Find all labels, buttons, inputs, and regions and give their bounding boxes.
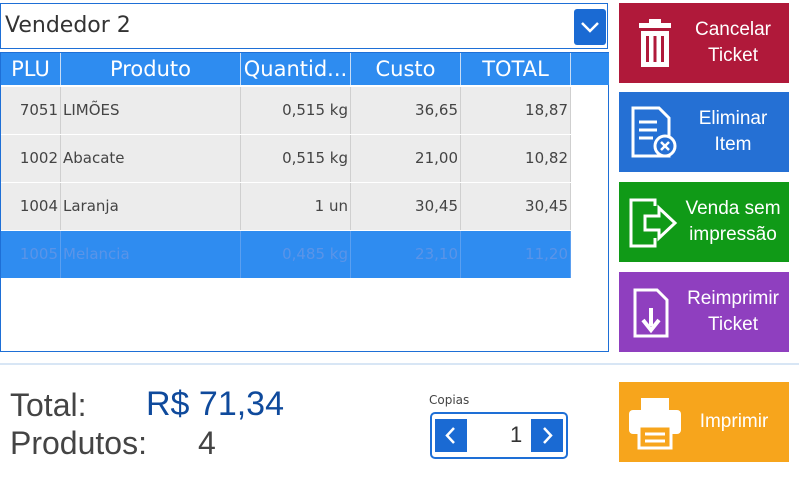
sell-without-print-button[interactable]: Venda sem impressão	[619, 182, 789, 262]
column-header-plu[interactable]: PLU	[1, 53, 61, 85]
document-export-icon	[625, 192, 685, 252]
cell-produto: Laranja	[61, 183, 241, 230]
cell-plu: 7051	[1, 87, 61, 134]
cell-total: 11,20	[461, 231, 571, 278]
cell-total: 30,45	[461, 183, 571, 230]
sell-without-print-label: Venda sem impressão	[685, 198, 781, 245]
column-header-produto[interactable]: Produto	[61, 53, 241, 85]
cell-quantidade: 0,515 kg	[241, 135, 351, 182]
table-row[interactable]: 7051 LIMÕES 0,515 kg 36,65 18,87	[1, 87, 571, 134]
cell-quantidade: 0,485 kg	[241, 231, 351, 278]
copies-label: Copias	[429, 393, 470, 407]
cell-total: 10,82	[461, 135, 571, 182]
delete-item-button[interactable]: Eliminar Item	[619, 92, 789, 172]
column-header-spacer	[571, 53, 609, 85]
items-table: PLU Produto Quantid... Custo TOTAL 7051 …	[0, 52, 609, 352]
chevron-down-icon[interactable]	[574, 9, 606, 45]
cancel-ticket-button[interactable]: Cancelar Ticket	[619, 3, 789, 83]
document-remove-icon	[625, 102, 685, 162]
cell-plu: 1004	[1, 183, 61, 230]
cancel-ticket-label: Cancelar Ticket	[694, 19, 772, 66]
cell-quantidade: 1 un	[241, 183, 351, 230]
reprint-ticket-label: Reimprimir Ticket	[687, 288, 779, 335]
total-label: Total:	[10, 387, 87, 423]
cell-custo: 36,65	[351, 87, 461, 134]
column-header-quantidade[interactable]: Quantid...	[241, 53, 351, 85]
delete-item-label: Eliminar Item	[698, 108, 768, 155]
total-value: R$ 71,34	[146, 385, 284, 423]
copies-increment-button[interactable]	[531, 419, 563, 452]
cell-custo: 30,45	[351, 183, 461, 230]
cell-produto: Abacate	[61, 135, 241, 182]
copies-stepper[interactable]: 1	[430, 412, 568, 459]
printer-icon	[625, 392, 685, 452]
chevron-right-icon	[543, 427, 553, 444]
reprint-ticket-button[interactable]: Reimprimir Ticket	[619, 272, 789, 352]
document-download-icon	[625, 282, 685, 342]
cell-produto: LIMÕES	[61, 87, 241, 134]
section-divider	[0, 363, 799, 365]
print-label: Imprimir	[699, 411, 769, 432]
cell-plu: 1005	[1, 231, 61, 278]
seller-select-value: Vendedor 2	[5, 13, 131, 38]
copies-decrement-button[interactable]	[435, 419, 467, 452]
cell-total: 18,87	[461, 87, 571, 134]
column-header-custo[interactable]: Custo	[351, 53, 461, 85]
seller-select[interactable]: Vendedor 2	[0, 3, 608, 49]
cell-plu: 1002	[1, 135, 61, 182]
cell-quantidade: 0,515 kg	[241, 87, 351, 134]
products-label: Produtos:	[10, 425, 147, 461]
cell-produto: Melancia	[61, 231, 241, 278]
products-count: 4	[198, 425, 216, 461]
table-row-selected[interactable]: 1005 Melancia 0,485 kg 23,10 11,20	[1, 231, 571, 278]
cell-custo: 21,00	[351, 135, 461, 182]
table-row[interactable]: 1002 Abacate 0,515 kg 21,00 10,82	[1, 135, 571, 182]
trash-icon	[625, 13, 685, 73]
copies-value[interactable]: 1	[510, 422, 522, 448]
print-button[interactable]: Imprimir	[619, 382, 789, 462]
column-header-total[interactable]: TOTAL	[461, 53, 571, 85]
table-row[interactable]: 1004 Laranja 1 un 30,45 30,45	[1, 183, 571, 230]
chevron-left-icon	[445, 427, 455, 444]
cell-custo: 23,10	[351, 231, 461, 278]
